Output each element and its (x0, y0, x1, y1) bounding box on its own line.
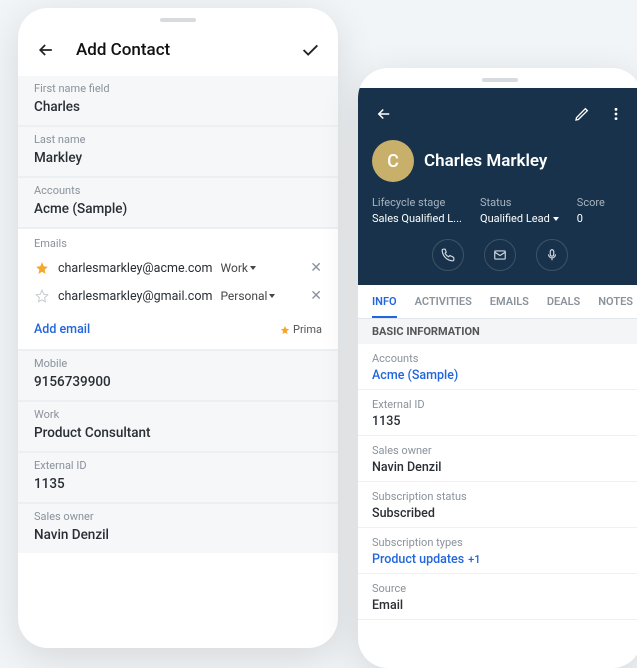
email-type-select[interactable]: Work (221, 261, 300, 275)
star-filled-icon[interactable] (34, 260, 50, 276)
field-label: Mobile (34, 357, 322, 370)
contact-name: Charles Markley (424, 151, 547, 171)
info-label: Sales owner (372, 444, 628, 457)
info-accounts[interactable]: Accounts Acme (Sample) (358, 344, 637, 390)
email-address: charlesmarkley@gmail.com (58, 289, 212, 304)
info-value: Email (372, 598, 628, 613)
mic-button[interactable] (536, 239, 568, 271)
info-label: Source (372, 582, 628, 595)
star-outline-icon[interactable] (34, 288, 50, 304)
phone-contact-detail: C Charles Markley Lifecycle stage Sales … (358, 68, 637, 668)
notch (482, 78, 518, 82)
info-subscription-types[interactable]: Subscription types Product updates+1 (358, 528, 637, 574)
field-label: Accounts (34, 184, 322, 197)
email-row[interactable]: charlesmarkley@gmail.com Personal ✕ (34, 282, 322, 310)
field-label: External ID (34, 459, 322, 472)
more-count: +1 (468, 553, 480, 566)
first-name-field[interactable]: First name field Charles (18, 76, 338, 125)
page-title: Add Contact (76, 40, 298, 60)
info-external-id: External ID 1135 (358, 390, 637, 436)
tab-info[interactable]: INFO (372, 295, 397, 318)
remove-email-icon[interactable]: ✕ (308, 260, 322, 276)
contact-header: C Charles Markley Lifecycle stage Sales … (358, 88, 637, 285)
status-select[interactable]: Status Qualified Lead (480, 196, 559, 225)
tab-activities[interactable]: ACTIVITIES (415, 295, 472, 318)
info-value: Acme (Sample) (372, 368, 628, 383)
chevron-down-icon (553, 217, 559, 221)
field-value: Markley (34, 150, 322, 166)
add-email-link[interactable]: Add email (34, 322, 90, 337)
emails-section: Emails charlesmarkley@acme.com Work ✕ ch… (18, 229, 338, 314)
more-vertical-icon[interactable] (604, 102, 628, 126)
remove-email-icon[interactable]: ✕ (308, 288, 322, 304)
external-id-field[interactable]: External ID 1135 (18, 453, 338, 502)
info-label: Accounts (372, 352, 628, 365)
email-row-primary[interactable]: charlesmarkley@acme.com Work ✕ (34, 254, 322, 282)
add-email-row: Add email Prima (18, 314, 338, 349)
score-display: Score 0 (577, 196, 605, 225)
info-value: Subscribed (372, 506, 628, 521)
field-value: 1135 (34, 476, 322, 492)
header: Add Contact (18, 28, 338, 76)
info-value: Navin Denzil (372, 460, 628, 475)
field-label: First name field (34, 82, 322, 95)
mobile-field[interactable]: Mobile 9156739900 (18, 351, 338, 400)
edit-pencil-icon[interactable] (570, 102, 594, 126)
back-arrow-icon[interactable] (34, 38, 58, 62)
phone-add-contact: Add Contact First name field Charles Las… (18, 8, 338, 648)
meta-row: Lifecycle stage Sales Qualified L... Sta… (372, 196, 628, 225)
work-field[interactable]: Work Product Consultant (18, 402, 338, 451)
section-title: BASIC INFORMATION (358, 319, 637, 344)
info-sales-owner: Sales owner Navin Denzil (358, 436, 637, 482)
confirm-check-icon[interactable] (298, 38, 322, 62)
info-value: 1135 (372, 414, 628, 429)
accounts-field[interactable]: Accounts Acme (Sample) (18, 178, 338, 227)
info-value: Product updates+1 (372, 552, 628, 567)
last-name-field[interactable]: Last name Markley (18, 127, 338, 176)
info-label: External ID (372, 398, 628, 411)
sales-owner-field[interactable]: Sales owner Navin Denzil (18, 504, 338, 553)
tabs: INFO ACTIVITIES EMAILS DEALS NOTES TA (358, 285, 637, 319)
tab-deals[interactable]: DEALS (547, 295, 580, 318)
field-value: Acme (Sample) (34, 201, 322, 217)
avatar: C (372, 140, 414, 182)
info-label: Subscription types (372, 536, 628, 549)
info-label: Subscription status (372, 490, 628, 503)
field-label: Work (34, 408, 322, 421)
tab-notes[interactable]: NOTES (598, 295, 633, 318)
back-arrow-icon[interactable] (372, 102, 396, 126)
header-actions (372, 102, 628, 126)
tab-emails[interactable]: EMAILS (490, 295, 529, 318)
notch (160, 18, 196, 22)
quick-actions (372, 239, 628, 275)
field-value: Navin Denzil (34, 527, 322, 543)
field-label: Last name (34, 133, 322, 146)
call-button[interactable] (432, 239, 464, 271)
chevron-down-icon (269, 294, 275, 298)
lifecycle-stage-select[interactable]: Lifecycle stage Sales Qualified L... (372, 196, 462, 225)
email-type-select[interactable]: Personal (220, 289, 300, 303)
field-value: 9156739900 (34, 374, 322, 390)
email-button[interactable] (484, 239, 516, 271)
field-label: Sales owner (34, 510, 322, 523)
primary-badge: Prima (280, 323, 322, 336)
name-row: C Charles Markley (372, 140, 628, 182)
info-source: Source Email (358, 574, 637, 620)
field-value: Charles (34, 99, 322, 115)
field-label: Emails (34, 237, 322, 250)
chevron-down-icon (250, 266, 256, 270)
info-subscription-status: Subscription status Subscribed (358, 482, 637, 528)
email-address: charlesmarkley@acme.com (58, 261, 213, 276)
field-value: Product Consultant (34, 425, 322, 441)
